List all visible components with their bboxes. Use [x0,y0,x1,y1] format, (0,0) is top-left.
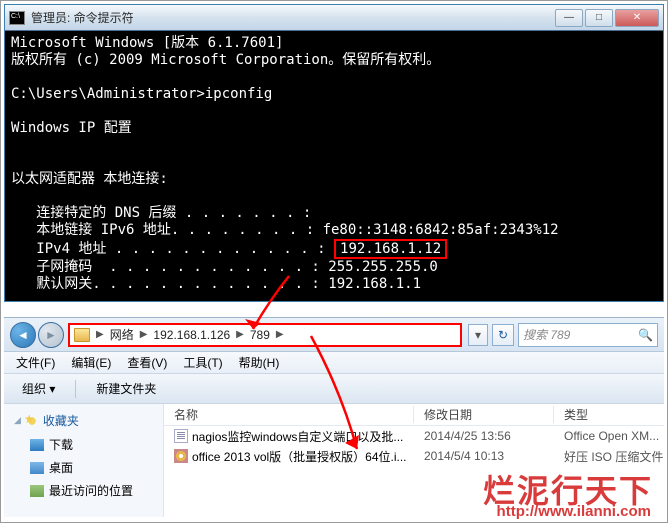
sidebar-favorites[interactable]: ◢ 收藏夹 [12,410,155,433]
explorer-nav: ◄ ► ▶ 网络 ▶ 192.168.1.126 ▶ 789 ▶ ▾ ↻ 搜索 … [4,318,664,352]
minimize-button[interactable]: — [555,9,583,27]
new-folder-button[interactable]: 新建文件夹 [86,377,166,400]
star-icon [25,415,39,427]
file-name: office 2013 vol版（批量授权版）64位.i... [192,448,407,465]
menu-edit[interactable]: 编辑(E) [65,352,117,373]
col-type[interactable]: 类型 [554,406,664,423]
sidebar: ◢ 收藏夹 下载 桌面 最近访问的位置 [4,404,164,517]
organize-button[interactable]: 组织 ▾ [12,377,65,400]
sidebar-downloads[interactable]: 下载 [12,433,155,456]
download-icon [30,439,44,451]
favorites-label: 收藏夹 [43,412,79,429]
desktop-icon [30,462,44,474]
menu-view[interactable]: 查看(V) [121,352,173,373]
recent-icon [30,485,44,497]
file-date: 2014/5/4 10:13 [414,449,554,463]
file-row[interactable]: nagios监控windows自定义端口以及批... 2014/4/25 13:… [164,426,664,446]
file-row[interactable]: office 2013 vol版（批量授权版）64位.i... 2014/5/4… [164,446,664,466]
iso-icon [174,449,188,463]
menu-tools[interactable]: 工具(T) [177,352,228,373]
menu-help[interactable]: 帮助(H) [233,352,286,373]
menu-bar: 文件(F) 编辑(E) 查看(V) 工具(T) 帮助(H) [4,352,664,374]
menu-file[interactable]: 文件(F) [10,352,61,373]
window-buttons: — □ ✕ [555,9,659,27]
file-date: 2014/4/25 13:56 [414,429,554,443]
search-icon: 🔍 [638,328,653,342]
search-input[interactable]: 搜索 789 🔍 [518,323,658,347]
breadcrumb-root[interactable]: 网络 [110,326,134,343]
cmd-output: Microsoft Windows [版本 6.1.7601] 版权所有 (c)… [5,31,663,301]
maximize-button[interactable]: □ [585,9,613,27]
col-date[interactable]: 修改日期 [414,406,554,423]
breadcrumb-host[interactable]: 192.168.1.126 [153,328,230,342]
file-name: nagios监控windows自定义端口以及批... [192,428,403,445]
folder-icon [74,328,90,342]
toolbar: 组织 ▾ 新建文件夹 [4,374,664,404]
file-type: Office Open XM... [554,429,664,443]
file-list-header: 名称 修改日期 类型 [164,404,664,426]
refresh-button[interactable]: ↻ [492,324,514,346]
file-type: 好压 ISO 压缩文件 [554,448,664,465]
ipv4-address-highlight: 192.168.1.12 [334,239,447,259]
cmd-title: 管理员: 命令提示符 [31,9,555,26]
desktop-label: 桌面 [49,459,73,476]
chevron-right-icon[interactable]: ▶ [96,329,104,340]
downloads-label: 下载 [49,436,73,453]
forward-button[interactable]: ► [38,322,64,348]
caret-icon: ◢ [14,415,21,426]
cmd-pre: Microsoft Windows [版本 6.1.7601] 版权所有 (c)… [11,35,559,238]
separator [75,380,76,398]
cmd-post: 子网掩码 . . . . . . . . . . . . : 255.255.2… [11,259,438,292]
sidebar-recent[interactable]: 最近访问的位置 [12,479,155,502]
chevron-right-icon[interactable]: ▶ [140,329,148,340]
watermark-url: http://www.ilanni.com [497,503,651,520]
close-button[interactable]: ✕ [615,9,659,27]
cmd-icon [9,11,25,25]
col-name[interactable]: 名称 [164,406,414,423]
cmd-titlebar[interactable]: 管理员: 命令提示符 — □ ✕ [5,5,663,31]
address-dropdown[interactable]: ▾ [468,324,488,346]
search-placeholder: 搜索 789 [523,326,570,343]
address-bar[interactable]: ▶ 网络 ▶ 192.168.1.126 ▶ 789 ▶ [68,323,462,347]
chevron-right-icon[interactable]: ▶ [236,329,244,340]
chevron-right-icon[interactable]: ▶ [276,329,284,340]
document-icon [174,429,188,443]
cmd-window: 管理员: 命令提示符 — □ ✕ Microsoft Windows [版本 6… [4,4,664,302]
breadcrumb-folder[interactable]: 789 [250,328,270,342]
sidebar-desktop[interactable]: 桌面 [12,456,155,479]
back-button[interactable]: ◄ [10,322,36,348]
ipv4-label: IPv4 地址 . . . . . . . . . . . . : [11,241,334,257]
recent-label: 最近访问的位置 [49,482,133,499]
